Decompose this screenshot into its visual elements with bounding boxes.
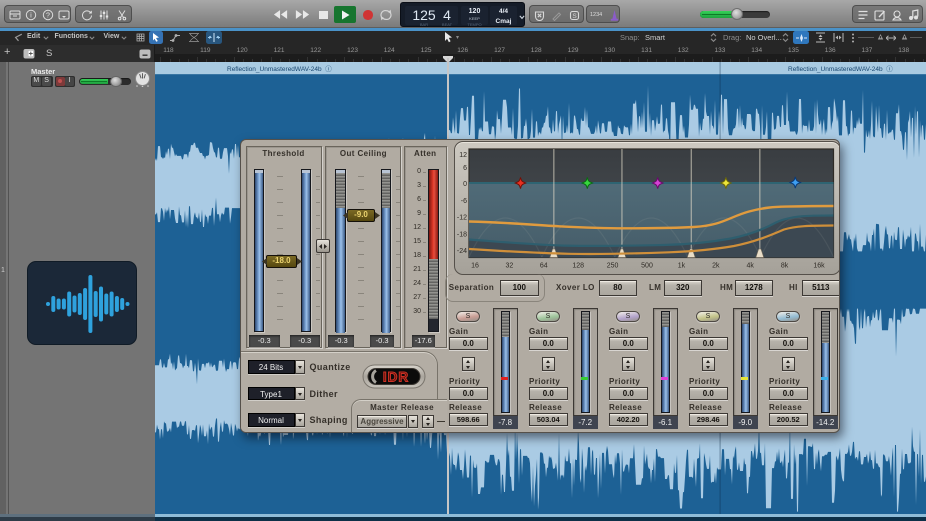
svg-text:-18: -18 (457, 231, 467, 238)
svg-text:128: 128 (572, 263, 584, 270)
svg-text:250: 250 (607, 263, 619, 270)
svg-text:S: S (572, 13, 577, 20)
svg-text:4k: 4k (746, 263, 754, 270)
svg-text:-6: -6 (461, 198, 467, 205)
svg-text:?: ? (46, 13, 50, 20)
svg-text:6: 6 (463, 165, 467, 172)
svg-text:16: 16 (471, 263, 479, 270)
svg-text:500: 500 (641, 263, 653, 270)
svg-text:1k: 1k (678, 263, 686, 270)
svg-text:i: i (30, 11, 32, 20)
svg-text:IDR: IDR (383, 370, 409, 385)
svg-text:-12: -12 (457, 215, 467, 222)
svg-text:64: 64 (540, 263, 548, 270)
svg-text:0: 0 (463, 181, 467, 188)
svg-text:12: 12 (459, 152, 467, 159)
svg-text:2k: 2k (712, 263, 720, 270)
svg-text:32: 32 (506, 263, 514, 270)
svg-text:16k: 16k (813, 263, 825, 270)
svg-text:8k: 8k (781, 263, 789, 270)
svg-text:-24: -24 (457, 248, 467, 255)
